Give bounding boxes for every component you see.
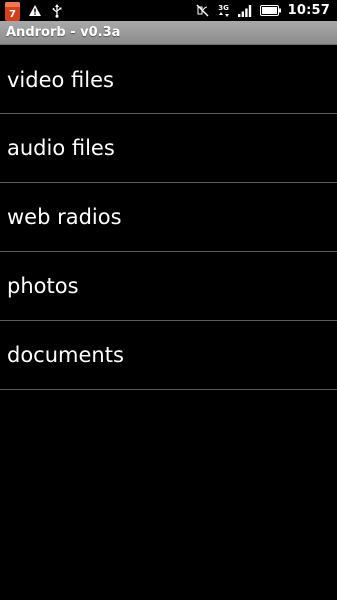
signal-icon xyxy=(237,4,252,18)
menu-item-label: web radios xyxy=(7,205,122,229)
usb-icon xyxy=(50,3,64,18)
menu-item-audio-files[interactable]: audio files xyxy=(0,114,337,183)
menu-item-video-files[interactable]: video files xyxy=(0,46,337,114)
calendar-icon: 7 xyxy=(5,1,20,21)
app-title-bar: Androrb - v0.3a xyxy=(0,21,337,45)
menu-list: video files audio files web radios photo… xyxy=(0,46,337,390)
network-type-indicator: 3G xyxy=(218,4,230,18)
menu-item-label: documents xyxy=(7,343,124,367)
menu-item-label: photos xyxy=(7,274,79,298)
calendar-day: 7 xyxy=(9,8,16,20)
network-type-label: 3G xyxy=(218,3,229,12)
menu-item-label: video files xyxy=(7,67,114,92)
warning-icon xyxy=(28,4,42,18)
status-clock: 10:57 xyxy=(287,3,330,18)
status-bar: 7 3G 10:57 xyxy=(0,0,337,21)
menu-item-photos[interactable]: photos xyxy=(0,252,337,321)
menu-item-label: audio files xyxy=(7,136,115,160)
menu-item-web-radios[interactable]: web radios xyxy=(0,183,337,252)
mute-icon xyxy=(196,4,210,18)
menu-item-documents[interactable]: documents xyxy=(0,321,337,390)
app-title: Androrb - v0.3a xyxy=(6,25,121,40)
battery-icon xyxy=(260,4,282,18)
